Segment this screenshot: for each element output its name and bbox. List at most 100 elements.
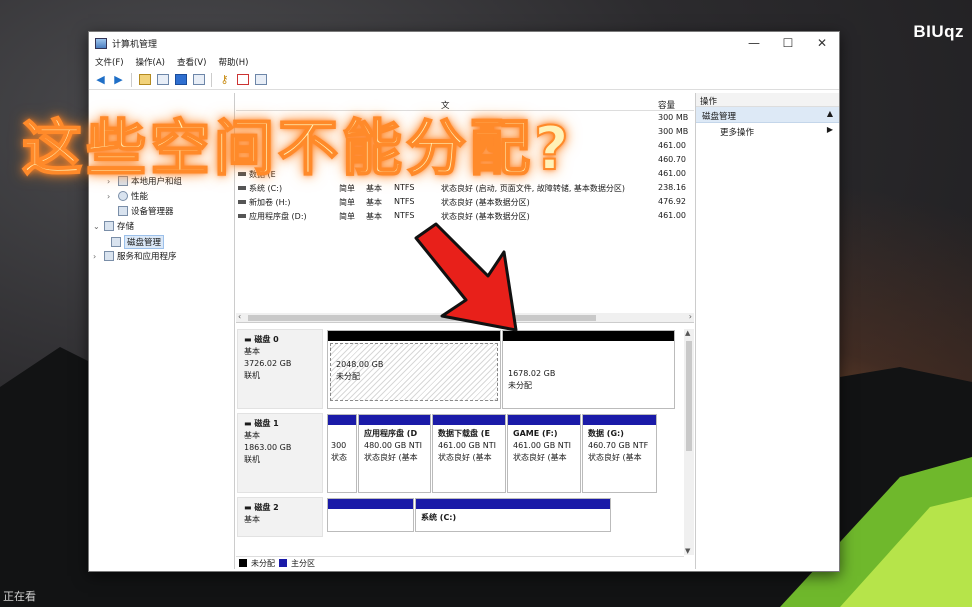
tree-item-disk-management[interactable]: 磁盘管理 (111, 235, 165, 249)
folder-up-icon[interactable] (137, 72, 152, 87)
viewing-status: 正在看 (3, 590, 36, 603)
tree-item-device-manager[interactable]: 设备管理器 (107, 205, 174, 217)
partition-bar (433, 415, 505, 425)
back-arrow-icon[interactable]: ◀ (93, 72, 108, 87)
collapse-icon[interactable]: ▲ (827, 109, 833, 118)
volume-capacity: 461.00 (658, 211, 686, 220)
menu-view[interactable]: 查看(V) (177, 56, 206, 68)
toolbar-separator (131, 72, 132, 87)
partition-status: 状态良好 (基本 (438, 453, 492, 462)
menu-help[interactable]: 帮助(H) (218, 56, 248, 68)
partition-bar (328, 499, 413, 509)
tree-label: 存储 (117, 222, 135, 232)
scroll-left-icon[interactable]: ‹ (238, 312, 241, 321)
chevron-right-icon[interactable]: › (93, 252, 101, 261)
window-title: 计算机管理 (112, 39, 158, 50)
partition-f[interactable]: GAME (F:) 461.00 GB NTI 状态良好 (基本 (507, 414, 581, 493)
partition-c[interactable]: 系统 (C:) (415, 498, 611, 532)
legend: 未分配 主分区 (236, 556, 684, 569)
partition-title: 数据下载盘 (E (438, 429, 490, 438)
video-caption: 这些空间不能分配? (21, 113, 573, 185)
toolbar: ◀ ▶ ⚷ (89, 70, 839, 90)
partition-title: GAME (F:) (513, 429, 558, 438)
tree-label: 磁盘管理 (124, 235, 165, 249)
volume-fs: NTFS (394, 197, 415, 206)
partition-unallocated[interactable]: 1678.02 GB 未分配 (502, 330, 675, 409)
volume-capacity: 300 MB (658, 127, 689, 136)
volume-name: 应用程序盘 (D:) (249, 212, 307, 221)
partition-title: 系统 (C:) (421, 513, 457, 522)
partition-g[interactable]: 数据 (G:) 460.70 GB NTF 状态良好 (基本 (582, 414, 657, 493)
disk-type: 基本 (244, 515, 260, 524)
partition-recovery[interactable]: 300 状态 (327, 414, 357, 493)
volume-capacity: 460.70 (658, 155, 686, 164)
chevron-right-icon[interactable]: › (107, 192, 115, 201)
partition-title: 应用程序盘 (D (364, 429, 418, 438)
scroll-up-icon[interactable]: ▲ (685, 329, 690, 337)
document-icon[interactable] (235, 72, 250, 87)
tree-item-storage[interactable]: ⌄ 存储 (93, 220, 134, 232)
column-header-capacity[interactable]: 容量 (658, 99, 675, 111)
services-icon (104, 251, 114, 261)
partition-unallocated[interactable]: 2048.00 GB 未分配 (327, 330, 501, 409)
partition-status: 未分配 (508, 381, 532, 390)
view-icon[interactable] (191, 72, 206, 87)
partition-size: 2048.00 GB (336, 360, 384, 369)
partition-bar (359, 415, 430, 425)
disk-0-label[interactable]: ▬ 磁盘 0 基本 3726.02 GB 联机 (237, 329, 323, 409)
scroll-thumb[interactable] (686, 341, 692, 451)
list-icon[interactable] (253, 72, 268, 87)
volume-row[interactable]: 新加卷 (H:) 简单 基本 NTFS 状态良好 (基本数据分区) 476.92 (236, 195, 694, 209)
tree-label: 设备管理器 (131, 207, 174, 217)
partition-status: 状态良好 (基本 (588, 453, 642, 462)
partition-bar (508, 415, 580, 425)
volume-name: 新加卷 (H:) (249, 198, 291, 207)
disk-1-label[interactable]: ▬ 磁盘 1 基本 1863.00 GB 联机 (237, 413, 323, 493)
disk-icon: ▬ (244, 419, 255, 428)
tree-label: 性能 (131, 192, 149, 202)
disk-icon: ▬ (244, 335, 255, 344)
tree-label: 服务和应用程序 (117, 252, 177, 262)
menu-file[interactable]: 文件(F) (95, 56, 124, 68)
volume-icon (238, 214, 246, 218)
partition-size: 460.70 GB NTF (588, 441, 649, 450)
partition-size: 461.00 GB NTI (438, 441, 496, 450)
properties-icon[interactable] (155, 72, 170, 87)
scroll-down-icon[interactable]: ▼ (685, 547, 690, 555)
partition-e[interactable]: 数据下载盘 (E 461.00 GB NTI 状态良好 (基本 (432, 414, 506, 493)
key-icon[interactable]: ⚷ (217, 72, 232, 87)
maximize-button[interactable]: ☐ (771, 32, 805, 54)
section-label: 磁盘管理 (702, 112, 737, 122)
more-actions-item[interactable]: 更多操作 ▶ (696, 123, 839, 139)
partition-size: 461.00 GB NTI (513, 441, 571, 450)
disk-size: 3726.02 GB (244, 359, 292, 368)
volume-capacity: 461.00 (658, 169, 686, 178)
scroll-right-icon[interactable]: › (689, 312, 692, 321)
disk-status: 联机 (244, 371, 260, 380)
actions-pane: 操作 磁盘管理 ▲ 更多操作 ▶ (695, 93, 839, 569)
vertical-scrollbar[interactable]: ▲ ▼ (684, 329, 694, 555)
volume-fs: NTFS (394, 211, 415, 220)
volume-status: 状态良好 (基本数据分区) (441, 198, 530, 207)
performance-icon (118, 191, 128, 201)
title-bar[interactable]: 计算机管理 — ☐ ✕ (89, 32, 839, 54)
actions-section-disk-management[interactable]: 磁盘管理 ▲ (696, 107, 839, 123)
disk-name: 磁盘 2 (254, 503, 279, 512)
chevron-down-icon[interactable]: ⌄ (93, 222, 101, 231)
more-actions-label: 更多操作 (720, 128, 755, 138)
close-button[interactable]: ✕ (805, 32, 839, 54)
device-manager-icon (118, 206, 128, 216)
chevron-right-icon: ▶ (826, 125, 833, 134)
partition-efi[interactable] (327, 498, 414, 532)
menu-bar: 文件(F) 操作(A) 查看(V) 帮助(H) (89, 54, 839, 70)
partition-d[interactable]: 应用程序盘 (D 480.00 GB NTI 状态良好 (基本 (358, 414, 431, 493)
tree-item-performance[interactable]: › 性能 (107, 190, 148, 202)
disk-2-label[interactable]: ▬ 磁盘 2 基本 (237, 497, 323, 537)
red-arrow-icon (414, 222, 518, 332)
menu-action[interactable]: 操作(A) (136, 56, 165, 68)
help-icon[interactable] (173, 72, 188, 87)
minimize-button[interactable]: — (737, 32, 771, 54)
forward-arrow-icon[interactable]: ▶ (111, 72, 126, 87)
tree-item-services[interactable]: › 服务和应用程序 (93, 250, 177, 262)
legend-primary: 主分区 (291, 558, 315, 568)
